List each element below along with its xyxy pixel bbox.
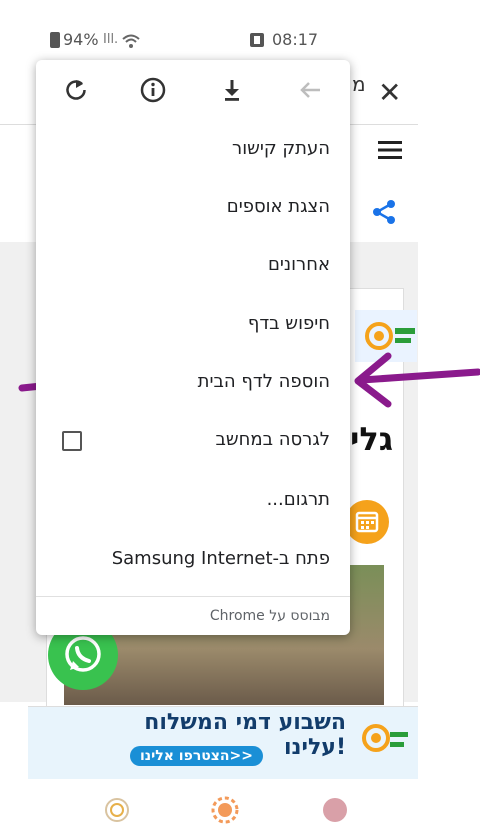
close-icon[interactable]: ✕ [378,76,401,109]
calendar-icon[interactable] [345,500,389,544]
desktop-site-checkbox[interactable] [62,431,82,451]
menu-item-collections[interactable]: הצגת אוספים [36,180,350,238]
menu-item-label: חיפוש בדף [247,313,330,334]
nav-home-icon[interactable] [104,797,130,823]
menu-item-label: הוספה לדף הבית [197,371,330,392]
nav-sun-icon[interactable] [211,796,239,824]
nav-profile-icon[interactable] [322,797,348,823]
back-arrow-icon[interactable] [295,74,327,106]
signal-icon: Ill. [103,32,119,47]
menu-item-copy-link[interactable]: העתק קישור [36,122,350,180]
menu-item-add-to-home-screen[interactable]: הוספה לדף הבית [36,355,350,413]
wifi-icon [122,34,140,48]
menu-item-label: העתק קישור [232,138,330,159]
battery-icon [50,32,60,48]
menu-item-desktop-site[interactable]: לגרסה במחשב [36,413,350,471]
menu-item-translate[interactable]: תרגום... [36,473,350,531]
menu-item-recent[interactable]: אחרונים [36,238,350,296]
hamburger-menu-icon[interactable] [378,140,402,160]
menu-item-label: לגרסה במחשב [215,429,330,450]
nfc-icon [250,33,264,47]
menu-item-label: פתח ב-Samsung Internet [111,548,330,569]
promo-banner-button[interactable]: הצטרפו אלינו>> [130,746,263,766]
menu-toolbar [36,60,350,120]
menu-item-label: הצגת אוספים [226,196,330,217]
info-icon[interactable] [137,74,169,106]
menu-item-open-in-samsung[interactable]: פתח ב-Samsung Internet [36,532,350,590]
banner-logo [362,724,408,752]
battery-level: 94% [63,30,99,49]
clock: 08:17 [272,30,319,49]
site-logo[interactable] [355,310,417,362]
page-heading-fragment: גלי [350,420,394,458]
bottom-nav-bar [0,784,480,834]
menu-item-label: אחרונים [267,254,330,275]
menu-item-label: תרגום... [266,489,330,510]
page-title-fragment: מ [352,72,366,96]
download-icon[interactable] [216,74,248,106]
share-icon[interactable] [370,198,398,226]
powered-by-chrome: מבוסס על Chrome [209,608,330,624]
chrome-overflow-menu: העתק קישור הצגת אוספים אחרונים חיפוש בדף… [36,60,350,635]
refresh-icon[interactable] [60,74,92,106]
menu-item-find-in-page[interactable]: חיפוש בדף [36,297,350,355]
menu-divider [36,596,350,597]
